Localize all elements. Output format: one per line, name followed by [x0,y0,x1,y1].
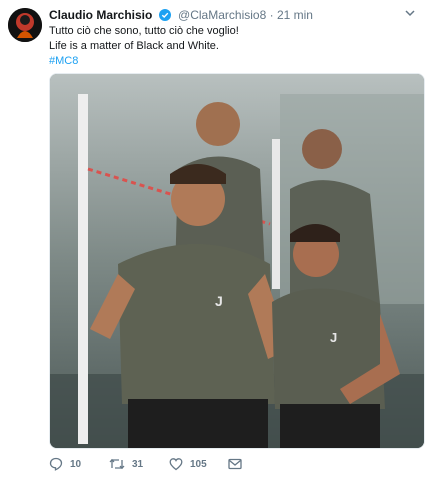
verified-badge-icon [158,9,171,25]
tweet-actions: 10 31 105 [49,454,419,474]
reply-count: 10 [70,458,82,470]
separator-dot: · [269,8,274,22]
tweet-text-line: Tutto ciò che sono, tutto ciò che voglio… [49,25,239,37]
tweet-card[interactable]: Claudio Marchisio @ClaMarchisio8 · 21 mi… [0,0,430,480]
message-button[interactable] [228,454,249,474]
like-count: 105 [190,458,207,470]
reply-icon [49,457,63,471]
tweet-text: Tutto ciò che sono, tutto ciò che voglio… [49,24,419,69]
author-handle[interactable]: @ClaMarchisio8 [178,8,266,22]
tweet-text-line: Life is a matter of Black and White. [49,40,219,52]
avatar[interactable] [8,8,42,42]
reply-button[interactable]: 10 [49,454,81,474]
svg-text:J: J [215,293,223,309]
tweet-header: Claudio Marchisio @ClaMarchisio8 · 21 mi… [49,7,422,25]
retweet-button[interactable]: 31 [109,454,143,474]
like-button[interactable]: 105 [169,454,207,474]
svg-text:J: J [330,330,337,345]
tweet-time[interactable]: 21 min [277,8,313,22]
heart-icon [169,458,183,471]
tweet-photo[interactable]: J J [49,73,425,449]
hashtag-link[interactable]: #MC8 [49,54,419,69]
author-name[interactable]: Claudio Marchisio [49,8,152,22]
chevron-down-icon[interactable] [404,7,416,23]
retweet-count: 31 [132,458,144,470]
retweet-icon [109,458,125,470]
envelope-icon [228,458,242,470]
